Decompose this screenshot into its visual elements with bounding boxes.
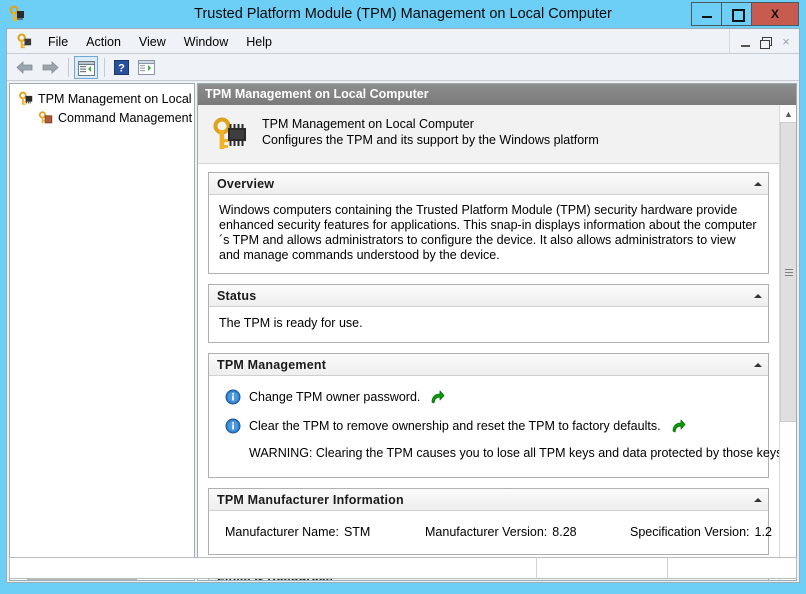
key-folder-icon — [38, 110, 54, 126]
info-icon — [225, 418, 241, 434]
chevron-up-icon[interactable] — [754, 181, 762, 186]
tpm-key-chip-icon — [18, 91, 34, 107]
maximize-button[interactable] — [721, 2, 752, 26]
section-overview: Overview Windows computers containing th… — [208, 172, 769, 274]
toolbar-separator — [104, 57, 105, 77]
menu-window[interactable]: Window — [175, 32, 237, 52]
status-bar — [9, 557, 797, 579]
console-tree-pane: TPM Management on Local Command Manageme… — [9, 83, 195, 562]
section-title: TPM Manufacturer Information — [217, 492, 404, 507]
scroll-up-button[interactable]: ▲ — [780, 105, 796, 122]
chevron-up-icon[interactable] — [754, 497, 762, 502]
arrow-right-icon — [41, 60, 59, 74]
mdi-window-controls: × — [729, 29, 796, 54]
banner-title: TPM Management on Local Computer — [262, 117, 474, 131]
show-hide-console-tree-button[interactable] — [74, 55, 98, 79]
status-pane-3 — [668, 558, 796, 578]
manufacturer-fields-row: Manufacturer Name: STM Manufacturer Versi… — [225, 525, 772, 540]
banner-text: TPM Management on Local Computer Configu… — [262, 117, 599, 147]
tree-item-label: Command Management — [58, 110, 193, 125]
section-overview-text: Windows computers containing the Trusted… — [219, 203, 757, 262]
status-pane-2 — [537, 558, 668, 578]
mdi-restore-button[interactable] — [756, 32, 776, 52]
tree-item-label: TPM Management on Local — [38, 91, 192, 106]
client-area: File Action View Window Help × ? TPM Man… — [6, 28, 800, 583]
arrow-left-icon — [16, 60, 34, 74]
question-mark-icon: ? — [114, 59, 129, 75]
chevron-up-icon[interactable] — [754, 362, 762, 367]
content-pane: TPM Management on Local Computer TPM Man… — [197, 83, 797, 581]
action-clear-tpm[interactable]: Clear the TPM to remove ownership and re… — [225, 418, 758, 434]
toolbar: ? — [7, 54, 799, 81]
back-button[interactable] — [13, 56, 37, 79]
section-title: Overview — [217, 176, 275, 191]
menu-view[interactable]: View — [130, 32, 175, 52]
menu-action[interactable]: Action — [77, 32, 130, 52]
mdi-close-button[interactable]: × — [776, 32, 796, 52]
section-manufacturer-body: Manufacturer Name: STM Manufacturer Versi… — [209, 511, 772, 554]
clear-tpm-warning: WARNING: Clearing the TPM causes you to … — [249, 446, 779, 460]
menu-items: File Action View Window Help — [39, 29, 281, 54]
specification-version-value: 1.2 — [754, 525, 772, 539]
title-bar: Trusted Platform Module (TPM) Management… — [0, 0, 806, 28]
specification-version-field: Specification Version: 1.2 — [630, 525, 772, 540]
manufacturer-version-label: Manufacturer Version: — [425, 525, 548, 539]
manufacturer-name-field: Manufacturer Name: STM — [225, 525, 425, 540]
status-pane-1 — [10, 558, 537, 578]
section-status-text: The TPM is ready for use. — [219, 316, 363, 330]
action-label: Clear the TPM to remove ownership and re… — [249, 418, 661, 433]
close-button[interactable]: X — [751, 2, 799, 26]
section-tpm-management-body: Change TPM owner password. Clear the TPM… — [209, 376, 779, 477]
action-change-tpm-owner-password[interactable]: Change TPM owner password. — [225, 389, 758, 405]
section-tpm-management-header[interactable]: TPM Management — [209, 354, 768, 376]
tree-item-command-management[interactable]: Command Management — [10, 108, 194, 127]
section-title: TPM Management — [217, 357, 327, 372]
section-manufacturer-header[interactable]: TPM Manufacturer Information — [209, 489, 768, 511]
manufacturer-name-value: STM — [343, 525, 371, 539]
content-vertical-scrollbar[interactable]: ▲ ▼ — [779, 105, 796, 580]
section-title: Status — [217, 288, 257, 303]
section-status: Status The TPM is ready for use. — [208, 284, 769, 343]
mdi-minimize-button[interactable] — [736, 32, 756, 52]
tree-item-tpm-management-on-local[interactable]: TPM Management on Local — [10, 89, 194, 108]
manufacturer-version-field: Manufacturer Version: 8.28 — [425, 525, 630, 540]
close-icon: X — [770, 7, 779, 21]
svg-text:?: ? — [118, 62, 125, 74]
tpm-key-chip-icon — [210, 117, 252, 153]
section-status-header[interactable]: Status — [209, 285, 768, 307]
menu-help[interactable]: Help — [237, 32, 281, 52]
menu-file[interactable]: File — [39, 32, 77, 52]
tpm-key-chip-icon — [16, 33, 33, 50]
green-go-arrow-icon[interactable] — [671, 419, 686, 433]
manufacturer-name-label: Manufacturer Name: — [225, 525, 339, 539]
section-overview-header[interactable]: Overview — [209, 173, 768, 195]
green-go-arrow-icon[interactable] — [430, 390, 445, 404]
help-button[interactable]: ? — [110, 56, 134, 79]
toolbar-separator — [68, 57, 69, 77]
minimize-button[interactable] — [691, 2, 722, 26]
specification-version-label: Specification Version: — [630, 525, 750, 539]
window-controls: X — [691, 2, 799, 26]
window-title: Trusted Platform Module (TPM) Management… — [194, 6, 612, 22]
info-icon — [225, 389, 241, 405]
menu-bar: File Action View Window Help × — [7, 29, 799, 54]
console-tree-icon — [78, 60, 95, 76]
section-tpm-management: TPM Management Change TPM owner password… — [208, 353, 779, 478]
manufacturer-version-value: 8.28 — [552, 525, 577, 539]
sections-list: Overview Windows computers containing th… — [198, 164, 779, 580]
action-label: Change TPM owner password. — [249, 389, 421, 404]
tpm-management-window: Trusted Platform Module (TPM) Management… — [0, 0, 806, 594]
chevron-up-icon[interactable] — [754, 293, 762, 298]
vscroll-thumb[interactable] — [780, 122, 796, 422]
action-pane-icon — [138, 59, 155, 75]
content-banner: TPM Management on Local Computer Configu… — [198, 105, 779, 164]
show-hide-action-pane-button[interactable] — [135, 56, 159, 79]
section-tpm-manufacturer-information: TPM Manufacturer Information Manufacture… — [208, 488, 772, 555]
close-icon: × — [782, 34, 790, 49]
banner-subtitle: Configures the TPM and its support by th… — [262, 133, 599, 147]
forward-button[interactable] — [38, 56, 62, 79]
content-body: TPM Management on Local Computer Configu… — [198, 105, 779, 580]
content-header-title: TPM Management on Local Computer — [198, 84, 796, 105]
